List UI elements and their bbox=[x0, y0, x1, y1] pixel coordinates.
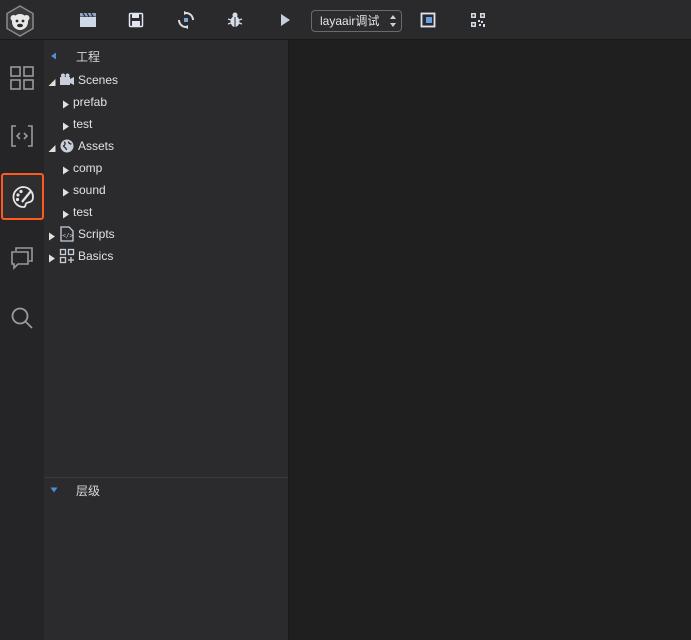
collapsed-arrow-icon[interactable] bbox=[62, 120, 70, 130]
clapperboard-icon[interactable] bbox=[78, 10, 98, 30]
debug-bug-icon[interactable] bbox=[225, 10, 245, 30]
open-window-icon[interactable] bbox=[418, 10, 438, 30]
activity-bar bbox=[0, 40, 44, 640]
tree-item-label: prefab bbox=[73, 95, 108, 109]
collapsed-arrow-icon[interactable] bbox=[62, 164, 70, 174]
tree-item-label: Scenes bbox=[78, 73, 119, 87]
collapsed-arrow-icon[interactable] bbox=[48, 230, 56, 240]
tree-item-scripts[interactable]: </> Scripts bbox=[44, 223, 288, 245]
tree-item-label: test bbox=[73, 117, 93, 131]
tree-item-label: comp bbox=[73, 161, 103, 175]
hierarchy-panel-title: 层级 bbox=[76, 483, 101, 498]
tree-item-label: Assets bbox=[78, 139, 115, 153]
run-target-select[interactable]: layaair调试 bbox=[311, 10, 402, 32]
publish-sync-icon[interactable] bbox=[176, 10, 196, 30]
run-target-value: layaair调试 bbox=[320, 14, 380, 28]
editor-area[interactable] bbox=[288, 40, 691, 640]
hierarchy-panel-header[interactable]: 层级 bbox=[44, 479, 288, 501]
collapsed-arrow-icon[interactable] bbox=[62, 208, 70, 218]
project-panel: 工程 Scenes prefab test Assets comp sound test </… bbox=[44, 40, 288, 640]
tree-item-label: Scripts bbox=[78, 227, 115, 241]
tree-item-scenes[interactable]: Scenes bbox=[44, 69, 288, 91]
tree-item-test[interactable]: test bbox=[44, 113, 288, 135]
expanded-arrow-icon[interactable] bbox=[48, 142, 56, 152]
select-caret-icon bbox=[390, 15, 396, 27]
tree-item-label: Basics bbox=[78, 249, 114, 263]
search-icon[interactable] bbox=[0, 294, 44, 342]
camera-icon bbox=[59, 72, 75, 88]
project-panel-header[interactable]: 工程 bbox=[44, 45, 288, 67]
collapse-triangle-icon[interactable] bbox=[50, 52, 58, 60]
tree-item-test[interactable]: test bbox=[44, 201, 288, 223]
collapsed-arrow-icon[interactable] bbox=[62, 98, 70, 108]
laya-monkey-logo-icon[interactable] bbox=[4, 5, 36, 37]
panel-divider[interactable] bbox=[44, 477, 288, 478]
code-editor-icon[interactable] bbox=[0, 112, 44, 160]
palette-icon[interactable] bbox=[1, 173, 44, 220]
tree-item-assets[interactable]: Assets bbox=[44, 135, 288, 157]
layout-grid-icon[interactable] bbox=[0, 54, 44, 102]
tree-item-label: test bbox=[73, 205, 93, 219]
expand-triangle-icon[interactable] bbox=[50, 486, 58, 494]
globe-icon bbox=[59, 138, 75, 154]
chat-icon[interactable] bbox=[0, 234, 44, 282]
collapsed-arrow-icon[interactable] bbox=[48, 252, 56, 262]
play-icon[interactable] bbox=[275, 10, 295, 30]
tree-item-prefab[interactable]: prefab bbox=[44, 91, 288, 113]
script-file-icon: </> bbox=[59, 226, 75, 242]
tree-item-label: sound bbox=[73, 183, 106, 197]
tree-item-basics[interactable]: Basics bbox=[44, 245, 288, 267]
top-toolbar: layaair调试 bbox=[0, 0, 691, 40]
svg-text:</>: </> bbox=[62, 233, 73, 240]
save-icon[interactable] bbox=[126, 10, 146, 30]
components-grid-icon bbox=[59, 248, 75, 264]
expanded-arrow-icon[interactable] bbox=[48, 76, 56, 86]
tree-item-sound[interactable]: sound bbox=[44, 179, 288, 201]
collapsed-arrow-icon[interactable] bbox=[62, 186, 70, 196]
tree-item-comp[interactable]: comp bbox=[44, 157, 288, 179]
qr-code-icon[interactable] bbox=[468, 10, 488, 30]
project-panel-title: 工程 bbox=[76, 49, 101, 64]
project-tree: Scenes prefab test Assets comp sound test </> Sc… bbox=[44, 69, 288, 267]
